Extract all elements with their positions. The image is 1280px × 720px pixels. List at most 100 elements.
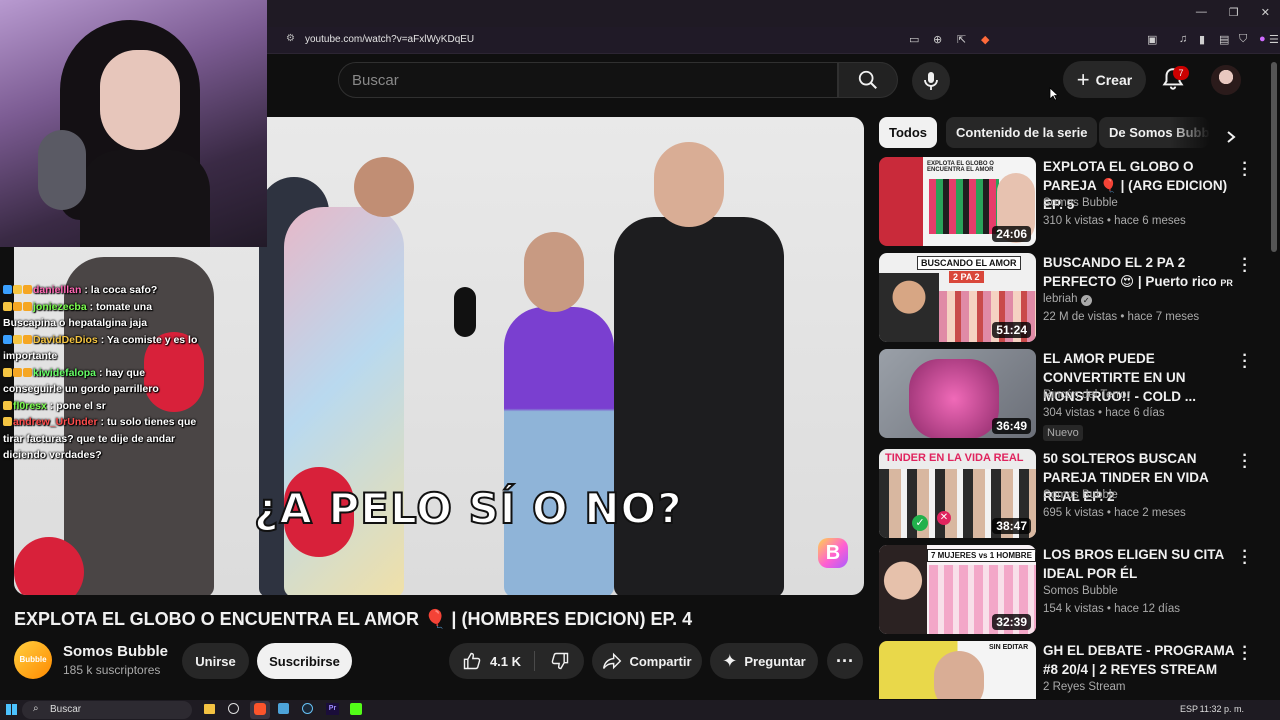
system-clock[interactable]: 11:32 p. m. <box>1200 704 1244 714</box>
menu-icon[interactable]: ☰ <box>1269 33 1279 46</box>
clock-app-icon[interactable] <box>228 703 239 714</box>
recommendation-more-icon[interactable]: · · · <box>1237 641 1253 668</box>
chat-badge-icon <box>23 301 32 311</box>
sidebar-icon[interactable]: ▣ <box>1147 33 1157 46</box>
recommendation-item[interactable]: 7 MUJERES vs 1 HOMBRE 32:39 LOS BROS ELI… <box>879 544 1269 635</box>
dislike-button[interactable] <box>535 643 584 679</box>
recommendation-more-icon[interactable]: · · · <box>1237 156 1253 184</box>
create-label: Crear <box>1095 71 1133 88</box>
thumbnail-face <box>879 545 927 634</box>
recommendation-meta: 310 k vistas • hace 6 meses <box>1043 215 1186 227</box>
page-scrollbar[interactable] <box>1271 62 1277 252</box>
brave-shield-icon[interactable]: ◆ <box>981 33 989 46</box>
maximize-button[interactable]: ❐ <box>1229 6 1239 19</box>
address-bar[interactable]: ⚙ youtube.com/watch?v=aFxlWyKDqEU ▭ ⊕ ⇱ … <box>267 27 1280 54</box>
like-button[interactable]: 4.1 K <box>449 643 534 679</box>
share-page-icon[interactable]: ⇱ <box>957 33 966 46</box>
voice-search-button[interactable] <box>912 62 950 100</box>
chip-todos[interactable]: Todos <box>879 117 938 148</box>
recommendation-title[interactable]: LOS BROS ELIGEN SU CITA IDEAL POR ÉL <box>1043 545 1243 583</box>
os-taskbar <box>0 700 1280 720</box>
chat-username: andrew_UrUnder <box>13 416 98 428</box>
recommendation-thumbnail[interactable]: TINDER EN LA VIDA REAL ✓ ✕ 38:47 <box>879 449 1036 538</box>
thumbnail-face <box>879 273 939 342</box>
recommendation-more-icon[interactable]: · · · <box>1237 544 1253 572</box>
recommendation-item[interactable]: BUSCANDO EL AMOR 2 PA 2 51:24 BUSCANDO E… <box>879 252 1269 343</box>
windows-start-icon[interactable] <box>6 704 17 715</box>
window-controls: — ❐ ✕ <box>1196 6 1270 19</box>
vpn-icon[interactable]: ⛉ <box>1239 33 1247 46</box>
taskbar-app-icon[interactable] <box>278 703 289 714</box>
streamer-face <box>100 50 180 150</box>
brave-browser-icon[interactable] <box>254 703 266 715</box>
recommendation-meta: 154 k vistas • hace 12 días <box>1043 603 1180 615</box>
chat-message: joniezecba : tomate una Buscapina o hepa… <box>3 299 198 332</box>
recommendation-channel[interactable]: Rincón del Terror <box>1043 389 1130 401</box>
recommendation-channel[interactable]: 2 Reyes Stream <box>1043 681 1125 693</box>
thumbnail-creature <box>909 359 999 438</box>
chat-badge-icon <box>23 285 32 294</box>
chat-message: DavidDeDios : Ya comiste y es lo importa… <box>3 332 198 365</box>
create-button[interactable]: + Crear <box>1063 61 1146 98</box>
kick-icon[interactable] <box>350 703 362 715</box>
streamer-shirt <box>80 150 210 247</box>
recommendation-more-icon[interactable]: · · · <box>1237 348 1253 376</box>
recommendation-thumbnail[interactable]: BUSCANDO EL AMOR 2 PA 2 51:24 <box>879 253 1036 342</box>
recommendation-item[interactable]: TINDER EN LA VIDA REAL ✓ ✕ 38:47 50 SOLT… <box>879 448 1269 539</box>
taskbar-search[interactable]: Buscar <box>22 701 192 719</box>
chat-message: kiwidefalopa : hay que conseguirle un go… <box>3 365 198 398</box>
thumbs-up-icon <box>463 652 481 670</box>
recommendation-more-icon[interactable]: · · · <box>1237 448 1253 476</box>
recommendation-item[interactable]: 36:49 EL AMOR PUEDE CONVERTIRTE EN UN MO… <box>879 348 1269 441</box>
url-text[interactable]: youtube.com/watch?v=aFxlWyKDqEU <box>305 34 474 45</box>
video-caption-text: ¿A PELO SÍ O NO? <box>253 483 683 534</box>
panel-icon[interactable]: ▮ <box>1199 33 1205 46</box>
recommendation-meta: 695 k vistas • hace 2 meses <box>1043 507 1186 519</box>
recommendation-title[interactable]: GH EL DEBATE - PROGRAMA #8 20/4 | 2 REYE… <box>1043 641 1243 679</box>
ask-button[interactable]: ✦ Preguntar <box>710 643 818 679</box>
zoom-icon[interactable]: ⊕ <box>933 33 942 46</box>
person-head <box>524 232 584 312</box>
recommendation-more-icon[interactable]: · · · <box>1237 252 1253 280</box>
chat-badge-icon <box>23 334 32 344</box>
chat-message: danielllan : la coca safo? <box>3 282 198 299</box>
subscribe-button[interactable]: Suscribirse <box>257 643 352 679</box>
premiere-icon[interactable]: Pr <box>326 703 339 715</box>
chips-next-button[interactable] <box>1218 124 1244 150</box>
recommendation-channel[interactable]: Somos Bubble <box>1043 197 1118 209</box>
account-avatar[interactable] <box>1211 65 1241 95</box>
share-button[interactable]: Compartir <box>592 643 702 679</box>
recommendation-channel[interactable]: Somos Bubble <box>1043 489 1118 501</box>
search-input[interactable] <box>352 62 832 98</box>
site-settings-icon[interactable]: ⚙ <box>286 33 295 44</box>
search-button[interactable] <box>838 62 898 98</box>
channel-avatar[interactable]: Bubble <box>14 641 52 679</box>
steam-icon[interactable] <box>302 703 313 714</box>
channel-name[interactable]: Somos Bubble <box>63 643 168 660</box>
wallet-icon[interactable]: ▤ <box>1219 33 1229 46</box>
recommendation-meta: 304 vistas • hace 6 días <box>1043 407 1165 419</box>
thumbnail-text: SIN EDITAR <box>989 644 1029 651</box>
keyboard-language[interactable]: ESP <box>1180 704 1198 714</box>
recommendation-item[interactable]: SIN EDITAR GH EL DEBATE - PROGRAMA #8 20… <box>879 641 1269 699</box>
join-button[interactable]: Unirse <box>182 643 249 679</box>
chip-series-content[interactable]: Contenido de la serie <box>946 117 1098 148</box>
recommendation-item[interactable]: EXPLOTA EL GLOBO O ENCUENTRA EL AMOR 24:… <box>879 156 1269 247</box>
plus-icon: + <box>1076 66 1090 92</box>
recommendation-thumbnail[interactable]: 7 MUJERES vs 1 HOMBRE 32:39 <box>879 545 1036 634</box>
minimize-button[interactable]: — <box>1196 6 1207 19</box>
file-explorer-icon[interactable] <box>204 704 215 714</box>
more-actions-button[interactable]: ··· <box>827 643 863 679</box>
recommendation-thumbnail[interactable]: 36:49 <box>879 349 1036 438</box>
recommendation-title[interactable]: BUSCANDO EL 2 PA 2 PERFECTO 😍 | Puerto r… <box>1043 253 1243 293</box>
recommendation-channel[interactable]: lebriah ✓ <box>1043 293 1092 306</box>
close-window-button[interactable]: ✕ <box>1261 6 1270 19</box>
taskbar-search-icon: ⌕ <box>33 703 39 714</box>
recommendation-thumbnail[interactable]: EXPLOTA EL GLOBO O ENCUENTRA EL AMOR 24:… <box>879 157 1036 246</box>
recommendation-thumbnail[interactable]: SIN EDITAR <box>879 641 1036 699</box>
cast-icon[interactable]: ▭ <box>909 33 919 46</box>
profile-extension-icon[interactable]: ● <box>1259 33 1266 45</box>
share-label: Compartir <box>629 653 692 669</box>
recommendation-channel[interactable]: Somos Bubble <box>1043 585 1118 597</box>
music-icon[interactable]: ♫ <box>1179 33 1187 45</box>
